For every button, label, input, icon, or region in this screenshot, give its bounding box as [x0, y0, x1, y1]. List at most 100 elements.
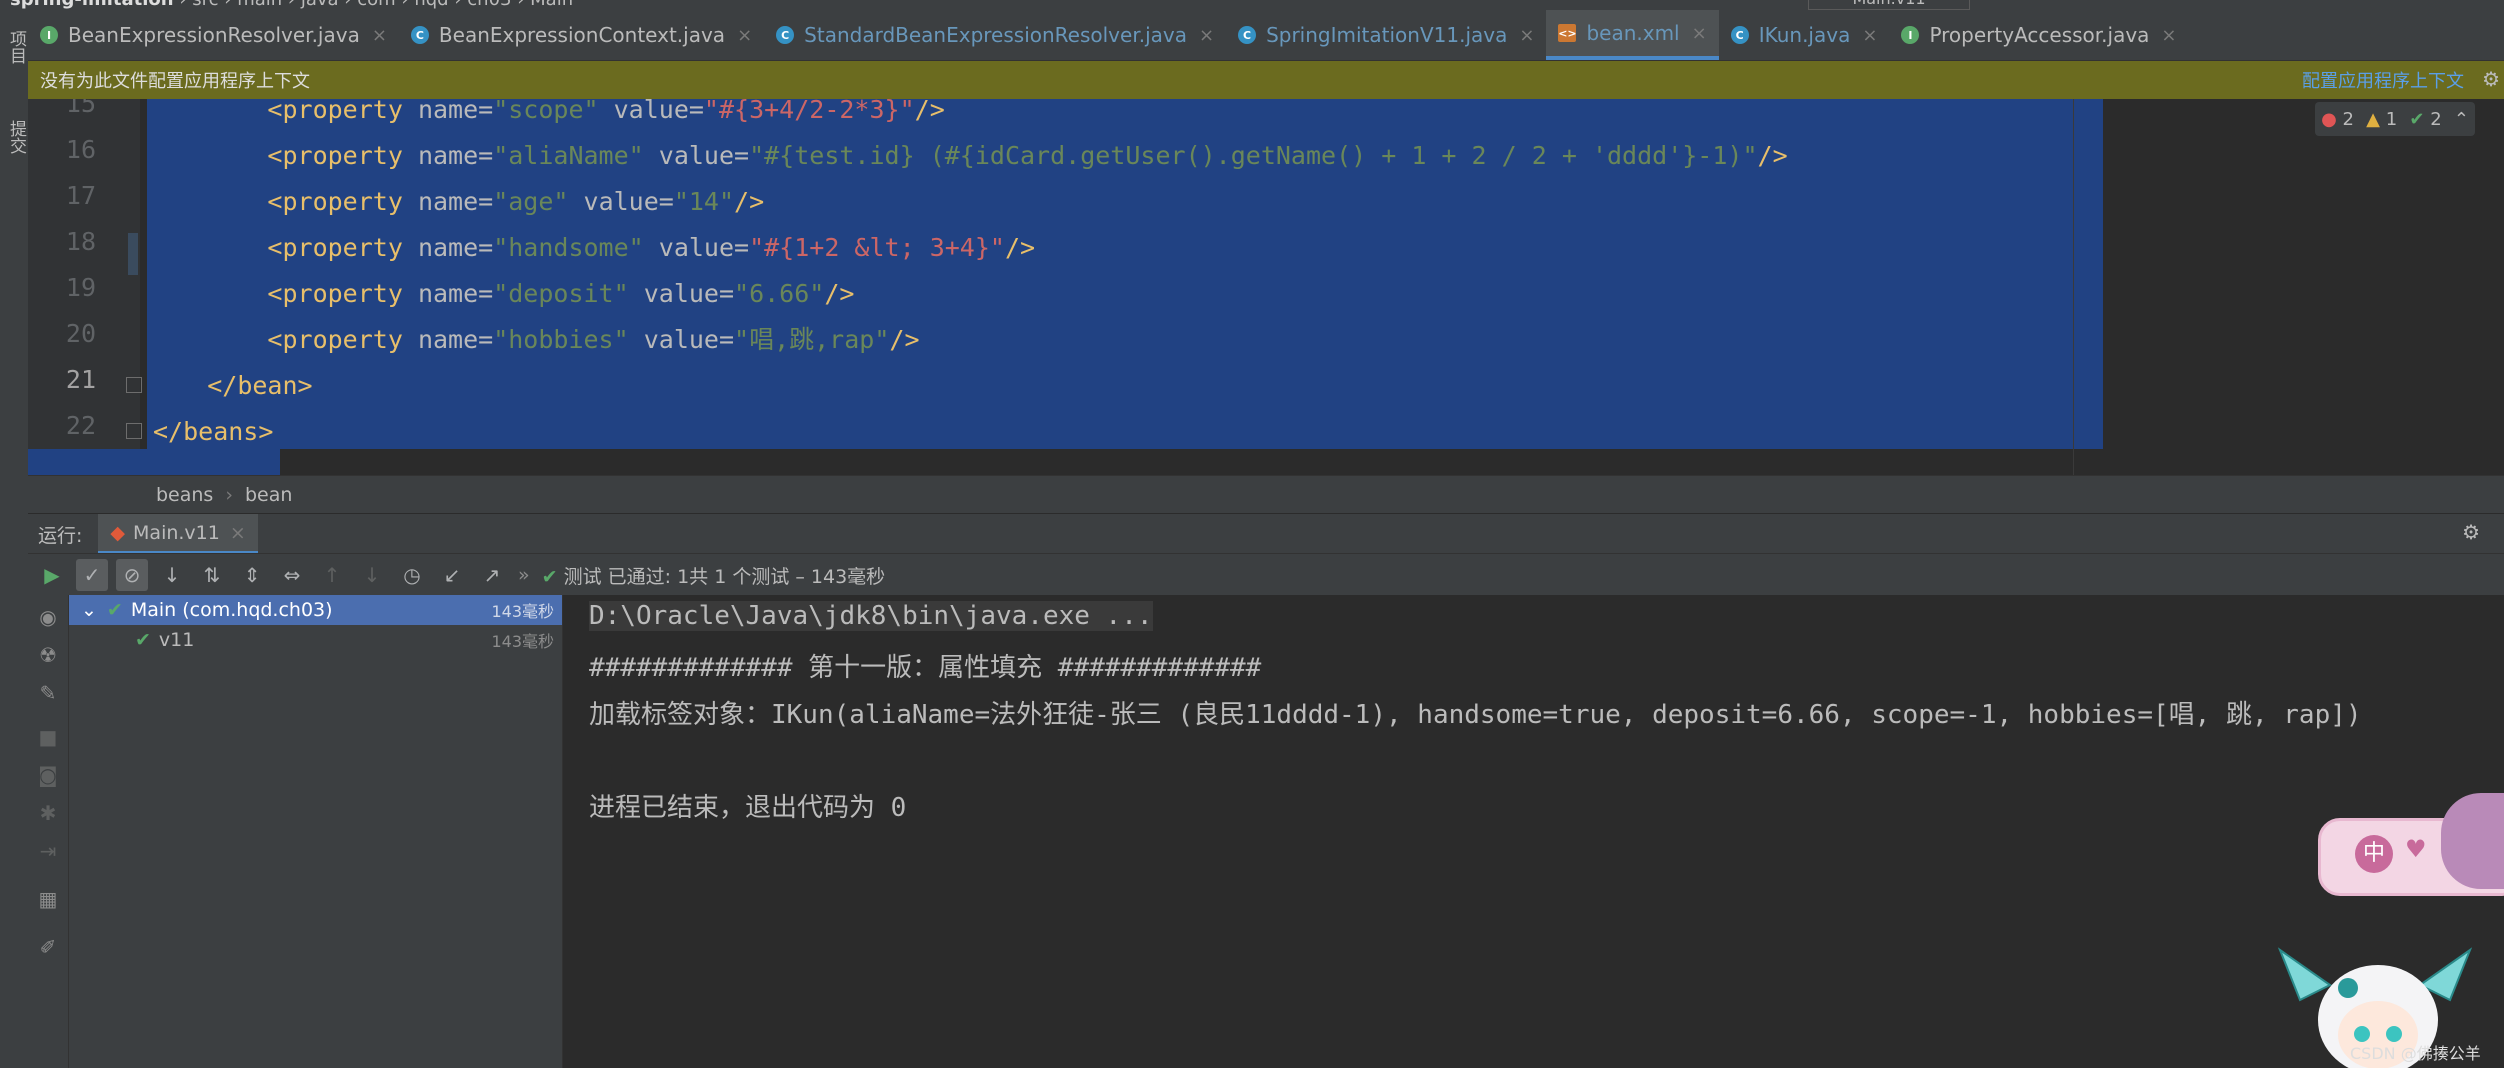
sort-by-duration-icon[interactable]: ⇅ [196, 559, 228, 591]
line-number: 17 [65, 181, 96, 210]
code-line: <property name="aliaName" value="#{test.… [267, 141, 1788, 170]
close-icon[interactable]: × [372, 25, 387, 46]
chevron-down-icon[interactable]: ⌄ [81, 599, 97, 621]
ime-mode-indicator: 中 [2355, 835, 2393, 873]
fold-icon[interactable] [126, 423, 142, 439]
chevron-up-icon[interactable]: ⌃ [2454, 109, 2469, 130]
inspection-widget[interactable]: ● 2 ▲ 1 ✔ 2 ⌃ [2315, 102, 2475, 136]
breadcrumb-item[interactable]: beans [156, 484, 213, 506]
debug-icon[interactable]: ☢ [36, 643, 60, 667]
code-editor[interactable]: 15 16 17 18 19 20 21 22 <property name="… [28, 99, 2504, 475]
ime-status-bubble[interactable]: 中 ♥ [2318, 793, 2504, 896]
tool-window-strip: 项目 提交 [0, 10, 29, 1068]
close-icon[interactable]: × [1199, 25, 1214, 46]
tab-label: PropertyAccessor.java [1929, 23, 2150, 47]
arrow-down-icon[interactable]: ↓ [356, 559, 388, 591]
tab-ikun[interactable]: C IKun.java × [1719, 10, 1890, 60]
arrow-up-icon[interactable]: ↑ [316, 559, 348, 591]
run-config-selector[interactable]: Main.v11 [1808, 0, 1970, 10]
interface-icon: I [40, 26, 58, 44]
exit-icon[interactable]: ⇥ [36, 839, 60, 863]
more-icon[interactable]: » [518, 564, 530, 586]
xml-file-icon: <> [1558, 24, 1577, 42]
fold-icon[interactable] [126, 377, 142, 393]
close-icon[interactable]: × [1519, 25, 1534, 46]
history-icon[interactable]: ◷ [396, 559, 428, 591]
pin-icon[interactable]: ✐ [36, 935, 60, 959]
camera-icon[interactable]: ◉ [36, 605, 60, 629]
line-number: 19 [65, 273, 96, 302]
heart-icon: ♥ [2405, 835, 2427, 863]
project-tool-button[interactable]: 项目 [4, 30, 29, 64]
code-line: <property name="scope" value="#{3+4/2-2*… [267, 99, 945, 124]
stop-icon[interactable]: ■ [36, 725, 60, 749]
rerun-icon[interactable]: ▶ [36, 559, 68, 591]
passed-icon: ✔ [106, 599, 123, 621]
tab-bean-expression-resolver[interactable]: I BeanExpressionResolver.java × [28, 10, 399, 60]
close-icon[interactable]: × [1692, 23, 1707, 44]
watermark: CSDN @佛揍公羊 [2350, 1044, 2481, 1063]
console-output[interactable]: D:\Oracle\Java\jdk8\bin\java.exe ... ###… [563, 595, 2504, 1068]
test-class-icon: C [1238, 26, 1257, 44]
tab-standard-bean-expression-resolver[interactable]: C StandardBeanExpressionResolver.java × [764, 10, 1226, 60]
navigation-bar: spring-imitation › src › main › java › c… [0, 0, 2504, 10]
run-panel-header: 运行: ◆ Main.v11 × ⚙ [28, 513, 2504, 554]
code-line: <property name="age" value="14"/> [267, 187, 765, 216]
run-tab-label: Main.v11 [133, 521, 220, 544]
run-side-toolbar: ◉ ☢ ✎ ■ ◙ ✱ ⇥ ▦ ✐ [28, 595, 69, 1068]
wrench-icon[interactable]: ✎ [36, 681, 60, 705]
import-tests-icon[interactable]: ↙ [436, 559, 468, 591]
anime-avatar [2441, 793, 2504, 889]
line-number: 15 [65, 99, 96, 118]
console-line: 加载标签对象：IKun(aliaName=法外狂徒-张三 (良民11dddd-1… [589, 700, 2362, 730]
run-config-icon: ◆ [110, 521, 126, 544]
tab-property-accessor[interactable]: I PropertyAccessor.java × [1889, 10, 2188, 60]
snapshot-icon[interactable]: ◙ [36, 763, 60, 787]
close-icon[interactable]: × [230, 522, 246, 544]
tab-bean-expression-context[interactable]: C BeanExpressionContext.java × [399, 10, 764, 60]
collapse-all-icon[interactable]: ⇔ [276, 559, 308, 591]
gear-icon[interactable]: ⚙ [2482, 67, 2500, 91]
test-status: ✔ 测试 已通过: 1共 1 个测试 – 143毫秒 [541, 565, 886, 588]
breadcrumb-item[interactable]: bean [245, 484, 292, 506]
editor-tabs: I BeanExpressionResolver.java × C BeanEx… [28, 10, 2504, 61]
tab-spring-imitation-v11[interactable]: C SpringImitationV11.java × [1226, 10, 1546, 60]
console-line: 进程已结束，退出代码为 0 [589, 793, 907, 823]
code-line: <property name="hobbies" value="唱,跳,rap"… [267, 325, 920, 354]
line-number: 16 [65, 135, 96, 164]
show-passed-icon[interactable]: ✓ [76, 559, 108, 591]
commit-tool-button[interactable]: 提交 [4, 120, 29, 154]
tab-bean-xml[interactable]: <> bean.xml × [1546, 10, 1719, 60]
gear-icon[interactable]: ⚙ [2462, 520, 2480, 544]
passed-icon: ✔ [135, 629, 151, 651]
expand-all-icon[interactable]: ⇕ [236, 559, 268, 591]
code-line: <property name="deposit" value="6.66"/> [267, 279, 855, 308]
tree-item-label: v11 [158, 629, 195, 651]
ok-count: ✔ 2 [2409, 108, 2442, 130]
close-icon[interactable]: × [1862, 25, 1877, 46]
run-tab[interactable]: ◆ Main.v11 × [98, 514, 258, 554]
run-label: 运行: [38, 524, 83, 547]
tree-item-main[interactable]: ⌄ ✔ Main (com.hqd.ch03) 143毫秒 [69, 595, 562, 625]
chevron-right-icon: › [225, 484, 233, 506]
notification-message: 没有为此文件配置应用程序上下文 [40, 71, 310, 92]
tab-label: BeanExpressionResolver.java [68, 23, 360, 47]
test-tree: ⌄ ✔ Main (com.hqd.ch03) 143毫秒 ✔ v11 143毫… [69, 595, 563, 1068]
configure-context-link[interactable]: 配置应用程序上下文 [2302, 67, 2464, 93]
line-number: 22 [65, 411, 96, 440]
run-toolbar: ▶ ✓ ⊘ ↓ ⇅ ⇕ ⇔ ↑ ↓ ◷ ↙ ↗ » ✔ 测试 已通过: 1共 1… [28, 553, 2504, 596]
code-line: </beans> [153, 417, 274, 446]
test-duration: 143毫秒 [491, 632, 554, 651]
tab-label: IKun.java [1758, 23, 1851, 47]
tree-item-v11[interactable]: ✔ v11 143毫秒 [69, 625, 562, 655]
close-icon[interactable]: × [2161, 25, 2176, 46]
sort-alphabetically-icon[interactable]: ↓ [156, 559, 188, 591]
export-tests-icon[interactable]: ↗ [476, 559, 508, 591]
layout-icon[interactable]: ▦ [36, 887, 60, 911]
show-ignored-icon[interactable]: ⊘ [116, 559, 148, 591]
console-line: ############# 第十一版：属性填充 ############# [589, 653, 1262, 683]
settings-icon[interactable]: ✱ [36, 801, 60, 825]
project-breadcrumb: spring-imitation › src › main › java › c… [10, 0, 573, 10]
close-icon[interactable]: × [737, 25, 752, 46]
interface-icon: I [1901, 26, 1920, 44]
